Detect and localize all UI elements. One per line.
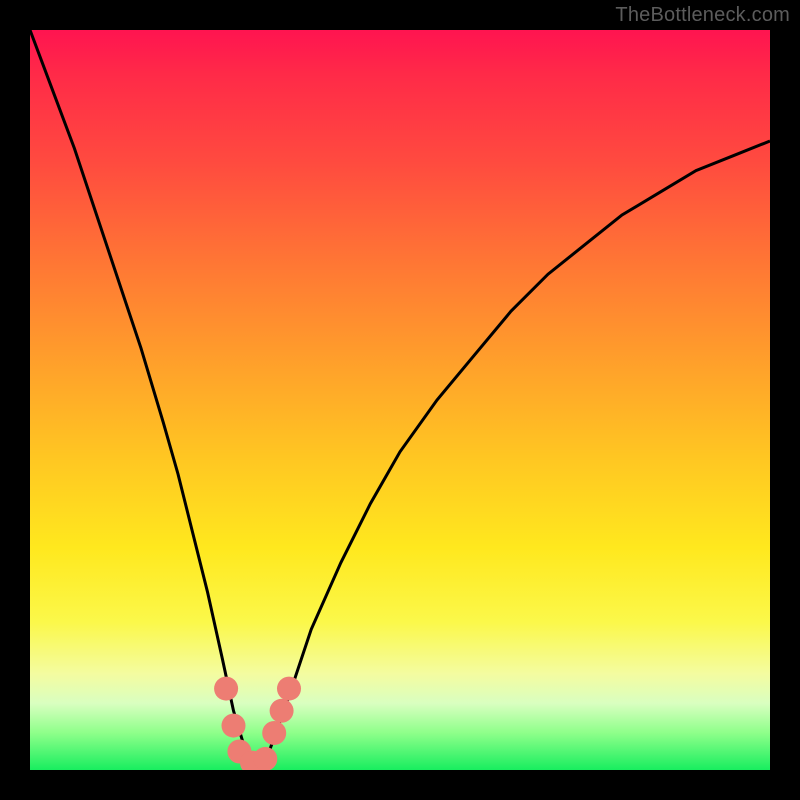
chart-frame: TheBottleneck.com <box>0 0 800 800</box>
curve-marker <box>222 714 246 738</box>
curve-marker <box>262 721 286 745</box>
markers-group <box>214 677 301 770</box>
plot-area <box>30 30 770 770</box>
curve-marker <box>270 699 294 723</box>
marker-layer <box>30 30 770 770</box>
watermark-text: TheBottleneck.com <box>615 4 790 27</box>
curve-marker <box>277 677 301 701</box>
curve-marker <box>253 747 277 770</box>
curve-marker <box>214 677 238 701</box>
